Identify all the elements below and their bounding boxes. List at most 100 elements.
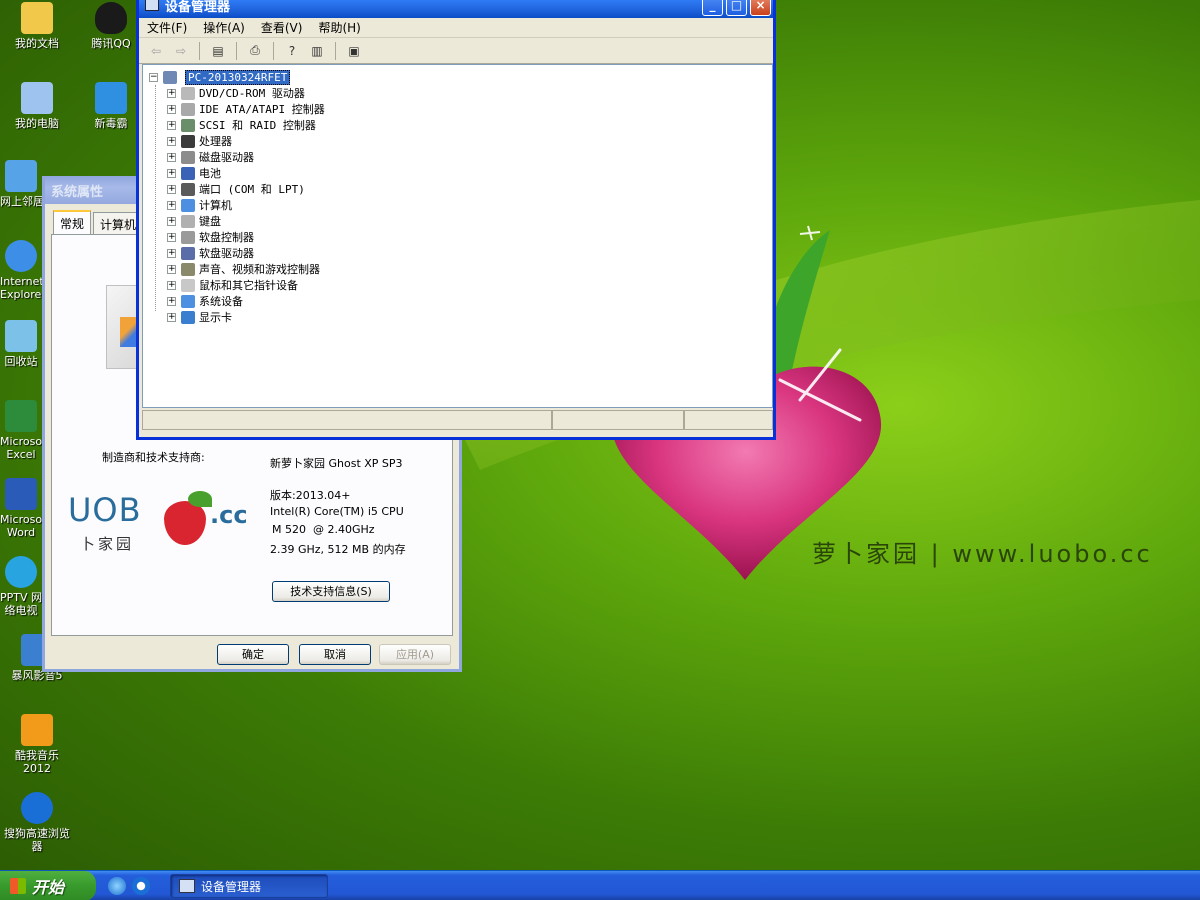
status-cell bbox=[142, 410, 552, 430]
minimize-icon: _ bbox=[709, 0, 716, 12]
tree-root-computer[interactable]: − PC-20130324RFET bbox=[149, 69, 291, 85]
tree-item-label: 计算机 bbox=[199, 199, 232, 212]
expand-icon[interactable]: + bbox=[167, 232, 176, 242]
view-button[interactable]: ▥ bbox=[306, 41, 328, 61]
expand-icon[interactable]: + bbox=[167, 264, 176, 274]
tab-general[interactable]: 常规 bbox=[53, 210, 92, 234]
expand-icon[interactable]: + bbox=[167, 216, 176, 226]
device-tree[interactable]: − PC-20130324RFET + DVD/CD-ROM 驱动器 + IDE A… bbox=[142, 64, 773, 408]
word-icon bbox=[5, 478, 37, 510]
tree-item-battery[interactable]: + 电池 bbox=[167, 165, 221, 181]
tree-item-sound[interactable]: + 声音、视频和游戏控制器 bbox=[167, 261, 320, 277]
sogou-browser-icon bbox=[21, 792, 53, 824]
cancel-button[interactable]: 取消 bbox=[299, 644, 371, 665]
tree-item-label: 系统设备 bbox=[199, 295, 243, 308]
tree-item-label: SCSI 和 RAID 控制器 bbox=[199, 119, 316, 132]
windows-flag-icon bbox=[10, 878, 26, 894]
desktop-icon-word[interactable]: Microsoft Word bbox=[0, 478, 42, 539]
tree-item-computer[interactable]: + 计算机 bbox=[167, 197, 232, 213]
task-label: 设备管理器 bbox=[201, 879, 262, 894]
desktop-icon-my-computer[interactable]: 我的电脑 bbox=[0, 82, 74, 130]
mouse-icon bbox=[181, 278, 195, 292]
forward-icon: ⇨ bbox=[175, 43, 187, 58]
folder-icon bbox=[21, 2, 53, 34]
desktop-icon-sogou[interactable]: 搜狗高速浏览器 bbox=[0, 792, 74, 853]
memory-text: 2.39 GHz, 512 MB 的内存 bbox=[270, 543, 406, 556]
logo-text-main: UOB bbox=[68, 491, 142, 529]
menu-file[interactable]: 文件(F) bbox=[139, 19, 195, 36]
recycle-bin-icon bbox=[5, 320, 37, 352]
tree-item-display[interactable]: + 显示卡 bbox=[167, 309, 232, 325]
help-button[interactable]: ? bbox=[281, 41, 303, 61]
device-manager-icon bbox=[179, 879, 195, 893]
scan-hardware-button[interactable]: ▣ bbox=[343, 41, 365, 61]
expand-icon[interactable]: + bbox=[167, 168, 176, 178]
tree-item-label: 端口 (COM 和 LPT) bbox=[199, 183, 305, 196]
tree-item-label: IDE ATA/ATAPI 控制器 bbox=[199, 103, 325, 116]
ie-icon bbox=[5, 240, 37, 272]
toolbar-divider bbox=[273, 41, 274, 60]
taskbar: 开始 设备管理器 bbox=[0, 870, 1200, 900]
collapse-icon[interactable]: − bbox=[149, 72, 158, 82]
start-button[interactable]: 开始 bbox=[0, 871, 96, 900]
sound-icon bbox=[181, 262, 195, 276]
maximize-button[interactable]: □ bbox=[726, 0, 747, 16]
minimize-button[interactable]: _ bbox=[702, 0, 723, 16]
taskbar-button-device-manager[interactable]: 设备管理器 bbox=[170, 874, 328, 898]
device-manager-app-icon bbox=[145, 0, 159, 11]
expand-icon[interactable]: + bbox=[167, 104, 176, 114]
back-button[interactable]: ⇦ bbox=[145, 41, 167, 61]
forward-button[interactable]: ⇨ bbox=[170, 41, 192, 61]
qq-penguin-icon bbox=[95, 2, 127, 34]
desktop-icon-recycle-bin[interactable]: 回收站 bbox=[0, 320, 42, 368]
desktop-icon-my-documents[interactable]: 我的文档 bbox=[0, 2, 74, 50]
start-label: 开始 bbox=[32, 878, 65, 897]
expand-icon[interactable]: + bbox=[167, 200, 176, 210]
tree-connector bbox=[155, 85, 156, 311]
close-button[interactable]: × bbox=[750, 0, 771, 16]
ok-button[interactable]: 确定 bbox=[217, 644, 289, 665]
tree-item-floppy-controller[interactable]: + 软盘控制器 bbox=[167, 229, 254, 245]
support-info-button[interactable]: 技术支持信息(S) bbox=[272, 581, 390, 602]
expand-icon[interactable]: + bbox=[167, 296, 176, 306]
expand-icon[interactable]: + bbox=[167, 248, 176, 258]
tree-item-floppy-drive[interactable]: + 软盘驱动器 bbox=[167, 245, 254, 261]
tree-item-mouse[interactable]: + 鼠标和其它指针设备 bbox=[167, 277, 298, 293]
menu-action[interactable]: 操作(A) bbox=[195, 19, 253, 36]
tree-item-ide[interactable]: + IDE ATA/ATAPI 控制器 bbox=[167, 101, 325, 117]
ie-icon[interactable] bbox=[108, 877, 126, 895]
tree-item-dvd[interactable]: + DVD/CD-ROM 驱动器 bbox=[167, 85, 305, 101]
tree-item-processor[interactable]: + 处理器 bbox=[167, 133, 232, 149]
expand-icon[interactable]: + bbox=[167, 312, 176, 322]
expand-icon[interactable]: + bbox=[167, 88, 176, 98]
desktop-icon-ie[interactable]: Internet Explorer bbox=[0, 240, 42, 301]
tree-item-keyboard[interactable]: + 键盘 bbox=[167, 213, 221, 229]
menu-help[interactable]: 帮助(H) bbox=[310, 19, 368, 36]
expand-icon[interactable]: + bbox=[167, 184, 176, 194]
display-adapter-icon bbox=[181, 310, 195, 324]
expand-icon[interactable]: + bbox=[167, 152, 176, 162]
expand-icon[interactable]: + bbox=[167, 120, 176, 130]
menu-view[interactable]: 查看(V) bbox=[253, 19, 311, 36]
floppy-controller-icon bbox=[181, 230, 195, 244]
tree-item-disk[interactable]: + 磁盘驱动器 bbox=[167, 149, 254, 165]
sogou-icon[interactable] bbox=[132, 877, 150, 895]
expand-icon[interactable]: + bbox=[167, 280, 176, 290]
tree-item-ports[interactable]: + 端口 (COM 和 LPT) bbox=[167, 181, 305, 197]
view-icon: ▥ bbox=[311, 43, 323, 58]
device-manager-window[interactable]: 设备管理器 _ □ × 文件(F) 操作(A) 查看(V) 帮助(H) ⇦ ⇨ … bbox=[136, 0, 776, 440]
status-cell bbox=[552, 410, 684, 430]
properties-button[interactable]: ▤ bbox=[207, 41, 229, 61]
tree-item-label: 键盘 bbox=[199, 215, 221, 228]
dvd-drive-icon bbox=[181, 86, 195, 100]
expand-icon[interactable]: + bbox=[167, 136, 176, 146]
desktop-icon-excel[interactable]: Microsoft Excel bbox=[0, 400, 42, 461]
desktop-icon-pptv[interactable]: PPTV 网络电视 bbox=[0, 556, 42, 617]
desktop-icon-kuwo[interactable]: 酷我音乐2012 bbox=[0, 714, 74, 775]
tree-item-scsi[interactable]: + SCSI 和 RAID 控制器 bbox=[167, 117, 316, 133]
print-button[interactable]: ⎙ bbox=[244, 41, 266, 61]
device-manager-titlebar[interactable]: 设备管理器 _ □ × bbox=[139, 0, 773, 18]
tree-item-system[interactable]: + 系统设备 bbox=[167, 293, 243, 309]
desktop-icon-network[interactable]: 网上邻居 bbox=[0, 160, 42, 208]
apply-button[interactable]: 应用(A) bbox=[379, 644, 451, 665]
